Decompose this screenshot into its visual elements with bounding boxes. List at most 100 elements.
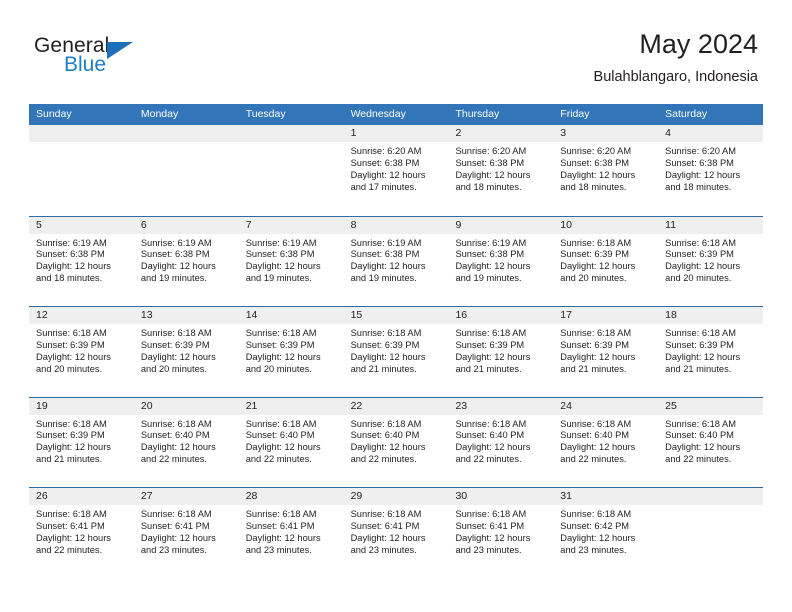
day-cell[interactable]: 3 Sunrise: 6:20 AM Sunset: 6:38 PM Daylight… (553, 125, 659, 216)
day-detail-line: and 23 minutes. (455, 544, 522, 555)
brand-logo[interactable]: General Blue (34, 34, 214, 90)
day-cell[interactable]: 12 Sunrise: 6:18 AM Sunset: 6:39 PM Dayligh… (29, 307, 134, 397)
day-cell[interactable]: 24 Sunrise: 6:18 AM Sunset: 6:40 PM Dayligh… (553, 397, 659, 488)
day-cell[interactable]: 14 Sunrise: 6:18 AM Sunset: 6:39 PM Dayligh… (238, 307, 344, 397)
day-cell[interactable]: 30 Sunrise: 6:18 AM Sunset: 6:41 PM Dayligh… (448, 488, 554, 578)
day-detail-line: and 20 minutes. (245, 363, 312, 374)
day-cell[interactable]: 28 Sunrise: 6:18 AM Sunset: 6:41 PM Dayligh… (238, 488, 344, 578)
day-cell[interactable]: 29 Sunrise: 6:18 AM Sunset: 6:41 PM Dayligh… (343, 488, 449, 578)
day-detail-line: and 20 minutes. (36, 363, 103, 374)
weekday-header-friday: Friday (560, 108, 590, 120)
day-cell[interactable]: 15 Sunrise: 6:18 AM Sunset: 6:39 PM Dayligh… (343, 307, 449, 397)
day-detail-line: Sunrise: 6:18 AM (140, 328, 212, 338)
day-number: 25 (658, 397, 764, 415)
day-detail-line: Daylight: 12 hours (350, 351, 426, 362)
day-cell[interactable]: 4 Sunrise: 6:20 AM Sunset: 6:38 PM Daylight… (658, 125, 764, 216)
day-cell[interactable]: 18 Sunrise: 6:18 AM Sunset: 6:39 PM Dayligh… (658, 307, 764, 397)
day-number: 19 (29, 397, 134, 415)
day-detail-line: Sunrise: 6:18 AM (140, 418, 212, 429)
brand-name-blue: Blue (64, 53, 107, 76)
day-number (658, 488, 764, 505)
day-cell[interactable]: 2 Sunrise: 6:20 AM Sunset: 6:38 PM Daylight… (448, 125, 554, 216)
day-detail-line: Sunset: 6:42 PM (560, 520, 630, 531)
day-detail-line: Sunrise: 6:18 AM (560, 237, 632, 248)
day-detail-line: Sunset: 6:39 PM (665, 339, 734, 350)
day-number: 23 (448, 397, 554, 415)
day-details: Sunrise: 6:18 AM Sunset: 6:39 PM Daylight:… (448, 324, 553, 376)
day-number: 1 (343, 125, 449, 142)
day-cell[interactable]: 31 Sunrise: 6:18 AM Sunset: 6:42 PM Dayligh… (553, 488, 659, 578)
page-subtitle: Bulahblangaro, Indonesia (593, 69, 758, 85)
day-details: Sunrise: 6:20 AM Sunset: 6:38 PM Daylight:… (553, 142, 658, 194)
day-cell[interactable]: 23 Sunrise: 6:18 AM Sunset: 6:40 PM Dayligh… (448, 397, 554, 488)
day-detail-line: Sunrise: 6:18 AM (665, 237, 736, 248)
day-cell[interactable]: 1 Sunrise: 6:20 AM Sunset: 6:38 PM Daylight… (343, 125, 449, 216)
day-cell[interactable]: 20 Sunrise: 6:18 AM Sunset: 6:40 PM Dayligh… (133, 397, 239, 488)
day-detail-line: Daylight: 12 hours (455, 442, 531, 453)
day-detail-line: Sunset: 6:39 PM (665, 249, 734, 260)
day-detail-line: Sunset: 6:38 PM (560, 157, 630, 168)
day-cell[interactable]: 22 Sunrise: 6:18 AM Sunset: 6:40 PM Dayligh… (343, 397, 449, 488)
day-detail-line: Sunset: 6:39 PM (350, 339, 420, 350)
day-detail-line: Daylight: 12 hours (36, 442, 111, 453)
day-detail-line: Daylight: 12 hours (350, 169, 426, 180)
day-detail-line: Daylight: 12 hours (36, 532, 111, 543)
day-detail-line: Sunset: 6:38 PM (455, 249, 525, 260)
day-cell[interactable]: 7 Sunrise: 6:19 AM Sunset: 6:38 PM Daylight… (238, 216, 344, 307)
day-cell[interactable]: 17 Sunrise: 6:18 AM Sunset: 6:39 PM Dayligh… (553, 307, 659, 397)
day-cell[interactable]: 26 Sunrise: 6:18 AM Sunset: 6:41 PM Dayligh… (29, 488, 134, 578)
day-cell[interactable]: 6 Sunrise: 6:19 AM Sunset: 6:38 PM Daylight… (133, 216, 239, 307)
day-detail-line: Sunrise: 6:19 AM (245, 237, 317, 248)
day-detail-line: and 23 minutes. (350, 544, 417, 555)
day-cell-empty (658, 488, 764, 578)
day-detail-line: Daylight: 12 hours (560, 169, 636, 180)
day-number: 20 (133, 397, 239, 415)
day-number: 3 (553, 125, 659, 142)
day-details: Sunrise: 6:20 AM Sunset: 6:38 PM Daylight:… (448, 142, 553, 194)
day-detail-line: Sunrise: 6:18 AM (350, 328, 422, 338)
day-detail-line: and 22 minutes. (36, 544, 103, 555)
day-details: Sunrise: 6:18 AM Sunset: 6:42 PM Daylight:… (553, 505, 658, 557)
weekday-header-row: Sunday Monday Tuesday Wednesday Thursday Frid… (29, 104, 763, 125)
day-detail-line: Sunrise: 6:18 AM (455, 328, 527, 338)
day-detail-line: Daylight: 12 hours (665, 169, 741, 180)
day-detail-line: and 23 minutes. (245, 544, 312, 555)
day-details: Sunrise: 6:18 AM Sunset: 6:40 PM Daylight:… (553, 415, 658, 467)
day-cell[interactable]: 25 Sunrise: 6:18 AM Sunset: 6:40 PM Dayligh… (658, 397, 764, 488)
day-cell[interactable]: 11 Sunrise: 6:18 AM Sunset: 6:39 PM Dayligh… (658, 216, 764, 307)
day-detail-line: Daylight: 12 hours (455, 261, 531, 272)
day-cell[interactable]: 5 Sunrise: 6:19 AM Sunset: 6:38 PM Daylight… (29, 216, 134, 307)
day-detail-line: Sunrise: 6:18 AM (455, 418, 527, 429)
day-detail-line: Daylight: 12 hours (140, 261, 216, 272)
day-detail-line: Sunrise: 6:20 AM (665, 146, 736, 156)
weekday-header-wednesday: Wednesday (350, 108, 406, 120)
day-details: Sunrise: 6:18 AM Sunset: 6:39 PM Daylight:… (239, 324, 344, 376)
day-number: 2 (448, 125, 554, 142)
day-number: 10 (553, 216, 659, 234)
day-cell[interactable]: 13 Sunrise: 6:18 AM Sunset: 6:39 PM Dayligh… (133, 307, 239, 397)
day-detail-line: Sunset: 6:41 PM (140, 520, 210, 531)
day-cell[interactable]: 16 Sunrise: 6:18 AM Sunset: 6:39 PM Dayligh… (448, 307, 554, 397)
day-details: Sunrise: 6:18 AM Sunset: 6:40 PM Daylight:… (344, 415, 449, 467)
day-detail-line: and 20 minutes. (665, 273, 732, 284)
day-detail-line: and 22 minutes. (455, 454, 522, 465)
day-detail-line: and 20 minutes. (140, 363, 208, 374)
day-cell[interactable]: 9 Sunrise: 6:19 AM Sunset: 6:38 PM Daylight… (448, 216, 554, 307)
day-detail-line: Daylight: 12 hours (560, 442, 636, 453)
day-cell[interactable]: 10 Sunrise: 6:18 AM Sunset: 6:39 PM Dayligh… (553, 216, 659, 307)
day-detail-line: Daylight: 12 hours (36, 351, 111, 362)
day-details: Sunrise: 6:18 AM Sunset: 6:40 PM Daylight:… (239, 415, 344, 467)
day-detail-line: and 21 minutes. (36, 454, 103, 465)
day-detail-line: and 22 minutes. (350, 454, 417, 465)
calendar-page: General Blue May 2024 Bulahblangaro, Ind… (0, 0, 792, 612)
day-cell[interactable]: 21 Sunrise: 6:18 AM Sunset: 6:40 PM Dayligh… (238, 397, 344, 488)
day-cell-empty (29, 125, 134, 216)
day-details: Sunrise: 6:18 AM Sunset: 6:39 PM Daylight:… (29, 324, 134, 376)
day-cell[interactable]: 27 Sunrise: 6:18 AM Sunset: 6:41 PM Dayligh… (133, 488, 239, 578)
day-cell[interactable]: 8 Sunrise: 6:19 AM Sunset: 6:38 PM Daylight… (343, 216, 449, 307)
day-cell-empty (238, 125, 344, 216)
day-detail-line: Daylight: 12 hours (245, 442, 321, 453)
day-number: 29 (343, 488, 449, 505)
day-cell[interactable]: 19 Sunrise: 6:18 AM Sunset: 6:39 PM Dayligh… (29, 397, 134, 488)
day-detail-line: Sunset: 6:38 PM (350, 249, 420, 260)
